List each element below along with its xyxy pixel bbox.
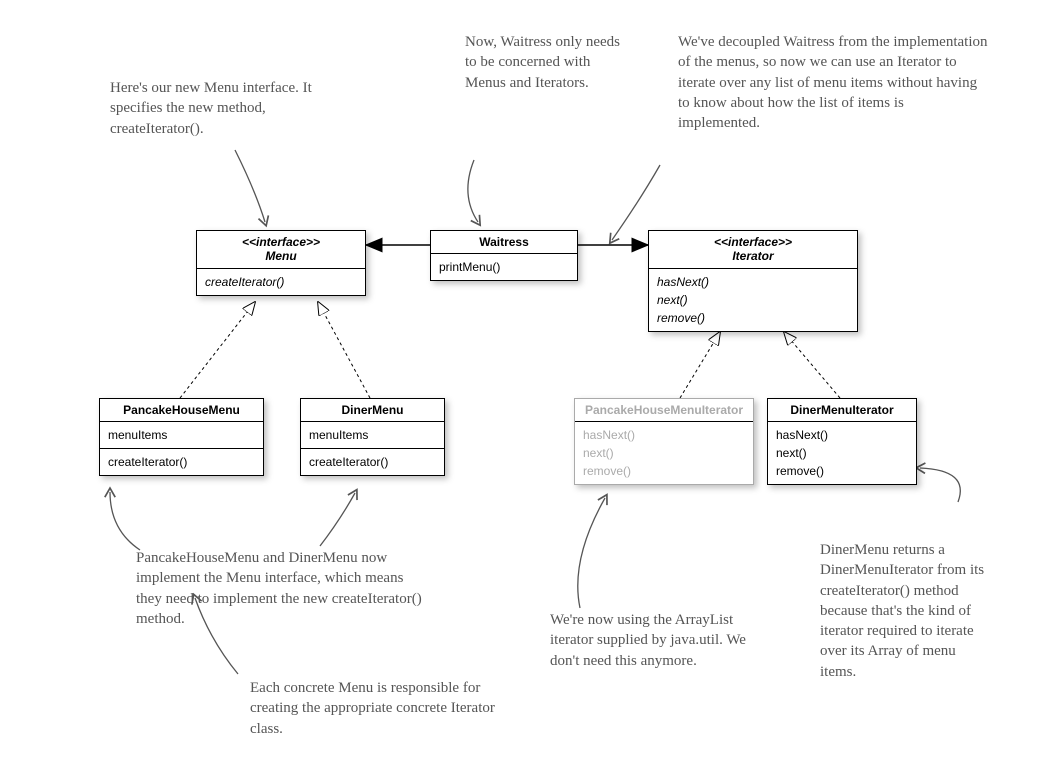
class-waitress: Waitress printMenu() [430, 230, 578, 281]
attr: menuItems [108, 426, 255, 444]
class-name: PancakeHouseMenu [110, 403, 253, 417]
annotation-decoupled: We've decoupled Waitress from the implem… [678, 32, 988, 133]
method: next() [657, 291, 849, 309]
class-pancakehousemenu: PancakeHouseMenu menuItems createIterato… [99, 398, 264, 476]
method: hasNext() [776, 426, 908, 444]
annotation-dinermenu-returns: DinerMenu returns a DinerMenuIterator fr… [820, 540, 990, 682]
method: hasNext() [583, 426, 745, 444]
class-name: Iterator [659, 249, 847, 263]
class-pancakehousemenuiterator: PancakeHouseMenuIterator hasNext() next(… [574, 398, 754, 485]
annotation-concrete-menu: Each concrete Menu is responsible for cr… [250, 678, 520, 739]
class-name: PancakeHouseMenuIterator [585, 403, 743, 417]
method: remove() [583, 462, 745, 480]
class-dinermenuiterator: DinerMenuIterator hasNext() next() remov… [767, 398, 917, 485]
class-name: DinerMenu [311, 403, 434, 417]
method: createIterator() [205, 273, 357, 291]
stereotype: <<interface>> [207, 235, 355, 249]
class-name: DinerMenuIterator [778, 403, 906, 417]
class-name: Menu [207, 249, 355, 263]
method: createIterator() [108, 453, 255, 471]
method: next() [583, 444, 745, 462]
method: hasNext() [657, 273, 849, 291]
method: next() [776, 444, 908, 462]
method: remove() [776, 462, 908, 480]
annotation-arraylist-iterator: We're now using the ArrayList iterator s… [550, 610, 750, 671]
class-menu: <<interface>> Menu createIterator() [196, 230, 366, 296]
method: remove() [657, 309, 849, 327]
stereotype: <<interface>> [659, 235, 847, 249]
method: printMenu() [439, 258, 569, 276]
class-name: Waitress [441, 235, 567, 249]
annotation-implement-menu: PancakeHouseMenu and DinerMenu now imple… [136, 548, 432, 629]
method: createIterator() [309, 453, 436, 471]
class-iterator: <<interface>> Iterator hasNext() next() … [648, 230, 858, 332]
annotation-menu-interface: Here's our new Menu interface. It specif… [110, 78, 360, 139]
attr: menuItems [309, 426, 436, 444]
class-dinermenu: DinerMenu menuItems createIterator() [300, 398, 445, 476]
annotation-waitress: Now, Waitress only needs to be concerned… [465, 32, 625, 93]
